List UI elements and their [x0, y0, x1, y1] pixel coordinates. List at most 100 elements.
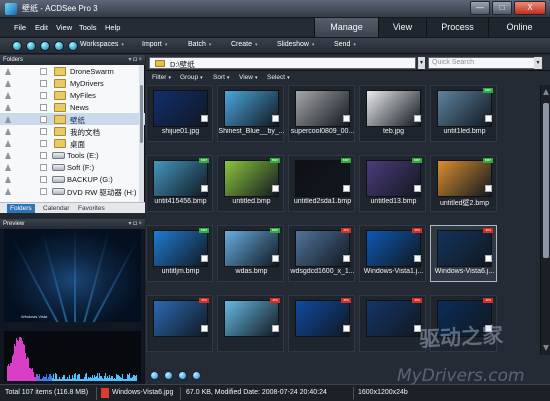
- quick-search-input[interactable]: Quick Search: [428, 57, 540, 69]
- thumbnail-card[interactable]: BMP untitled.bmp: [217, 155, 284, 212]
- search-dropdown-icon[interactable]: ▾: [534, 57, 542, 69]
- tab-folders[interactable]: Folders: [7, 204, 35, 213]
- filter-menu[interactable]: Filter: [152, 74, 171, 81]
- tree-checkbox[interactable]: [40, 152, 47, 159]
- thumbnail-card[interactable]: BMP untitled壁2.bmp: [430, 155, 497, 212]
- minimize-button[interactable]: —: [470, 1, 490, 15]
- thumbnail-card[interactable]: BMP untit415456.bmp: [146, 155, 213, 212]
- workspaces-button[interactable]: Workspaces: [80, 41, 124, 48]
- mode-process[interactable]: Process: [426, 18, 488, 37]
- thumbnail-card[interactable]: BMP untitled13.bmp: [359, 155, 426, 212]
- thumbnail-checkbox[interactable]: [201, 255, 208, 262]
- thumbnail-image[interactable]: [437, 230, 492, 267]
- folder-tree-item[interactable]: BACKUP (G:): [0, 173, 145, 185]
- folder-tree-item[interactable]: MyFiles: [0, 89, 145, 101]
- tree-checkbox[interactable]: [40, 140, 47, 147]
- menu-view[interactable]: View: [56, 23, 72, 32]
- tab-favorites[interactable]: Favorites: [75, 204, 108, 213]
- thumbnail-checkbox[interactable]: [272, 185, 279, 192]
- folders-pane-tools[interactable]: ▾ ◘ ×: [129, 55, 142, 65]
- expand-icon[interactable]: [5, 164, 11, 171]
- thumbnail-checkbox[interactable]: [343, 185, 350, 192]
- preview-pane-tools[interactable]: ▾ ◘ ×: [129, 219, 142, 229]
- thumbnail-card[interactable]: supercool0809_00...: [288, 85, 355, 142]
- thumbnail-card[interactable]: BMP wdas.bmp: [217, 225, 284, 282]
- expand-icon[interactable]: [5, 80, 11, 87]
- thumbnail-checkbox[interactable]: [201, 115, 208, 122]
- path-dropdown-icon[interactable]: ▾: [418, 57, 425, 69]
- folder-tree-item[interactable]: DroneSwarm: [0, 65, 145, 77]
- thumbnail-checkbox[interactable]: [343, 325, 350, 332]
- thumbnail-card[interactable]: BMP untit1led.bmp: [430, 85, 497, 142]
- expand-icon[interactable]: [5, 188, 11, 195]
- thumbnail-card[interactable]: Shinest_Blue__by_...: [217, 85, 284, 142]
- scroll-thumb[interactable]: [140, 85, 143, 143]
- tree-checkbox[interactable]: [40, 104, 47, 111]
- thumbnail-checkbox[interactable]: [272, 255, 279, 262]
- folder-tree-item[interactable]: 我的文档: [0, 125, 145, 137]
- thumbnail-card[interactable]: JPG: [146, 295, 213, 352]
- thumbnail-image[interactable]: [437, 160, 492, 197]
- folders-scrollbar[interactable]: [139, 65, 144, 202]
- thumbnail-image[interactable]: [295, 300, 350, 337]
- thumbnail-checkbox[interactable]: [201, 185, 208, 192]
- thumbnail-checkbox[interactable]: [485, 255, 492, 262]
- thumbnail-image[interactable]: [295, 90, 350, 127]
- tree-checkbox[interactable]: [40, 68, 47, 75]
- thumbnail-checkbox[interactable]: [414, 185, 421, 192]
- thumbnail-image[interactable]: [153, 300, 208, 337]
- expand-icon[interactable]: [5, 104, 11, 111]
- thumbnail-card[interactable]: JPG Windows-Vista1.j...: [359, 225, 426, 282]
- expand-icon[interactable]: [5, 92, 11, 99]
- mode-manage[interactable]: Manage: [314, 18, 378, 37]
- scroll-up-icon[interactable]: [543, 89, 549, 95]
- thumbnail-image[interactable]: [366, 300, 421, 337]
- path-field[interactable]: D:\壁纸: [149, 57, 416, 69]
- thumbnail-image[interactable]: [224, 160, 279, 197]
- send-button[interactable]: Send: [334, 41, 356, 48]
- tree-checkbox[interactable]: [40, 128, 47, 135]
- menu-tools[interactable]: Tools: [79, 23, 97, 32]
- thumbnail-checkbox[interactable]: [272, 115, 279, 122]
- folder-tree-item[interactable]: Tools (E:): [0, 149, 145, 161]
- thumbnail-image[interactable]: [224, 300, 279, 337]
- thumbnail-checkbox[interactable]: [485, 115, 492, 122]
- thumbnail-image[interactable]: [153, 160, 208, 197]
- menu-help[interactable]: Help: [105, 23, 120, 32]
- thumbnail-scrollbar[interactable]: [540, 85, 550, 355]
- scroll-thumb[interactable]: [543, 103, 549, 258]
- thumbnail-card[interactable]: JPG: [217, 295, 284, 352]
- tree-checkbox[interactable]: [40, 188, 47, 195]
- close-button[interactable]: X: [514, 1, 546, 15]
- thumbnail-card[interactable]: JPG wdsgdcd1600_x_1...: [288, 225, 355, 282]
- tab-calendar[interactable]: Calendar: [40, 204, 72, 213]
- mode-view[interactable]: View: [378, 18, 426, 37]
- home-icon[interactable]: [68, 41, 78, 51]
- share-icon[interactable]: [178, 371, 187, 380]
- thumbnail-image[interactable]: [366, 90, 421, 127]
- thumbnail-checkbox[interactable]: [485, 185, 492, 192]
- sync-icon[interactable]: [164, 371, 173, 380]
- thumbnail-image[interactable]: [224, 90, 279, 127]
- thumbnail-card[interactable]: shijue01.jpg: [146, 85, 213, 142]
- menu-file[interactable]: File: [14, 23, 26, 32]
- thumbnail-image[interactable]: [153, 90, 208, 127]
- expand-icon[interactable]: [5, 116, 11, 123]
- tree-checkbox[interactable]: [40, 92, 47, 99]
- thumbnail-checkbox[interactable]: [272, 325, 279, 332]
- up-icon[interactable]: [40, 41, 50, 51]
- thumbnail-card[interactable]: JPG: [359, 295, 426, 352]
- thumbnail-image[interactable]: [295, 160, 350, 197]
- refresh-icon[interactable]: [54, 41, 64, 51]
- thumbnail-card[interactable]: JPG: [288, 295, 355, 352]
- image-icon[interactable]: [150, 371, 159, 380]
- expand-icon[interactable]: [5, 68, 11, 75]
- mode-online[interactable]: Online: [488, 18, 550, 37]
- thumbnail-card[interactable]: BMP untitljm.bmp: [146, 225, 213, 282]
- expand-icon[interactable]: [5, 176, 11, 183]
- thumbnail-image[interactable]: [366, 160, 421, 197]
- tree-checkbox[interactable]: [40, 80, 47, 87]
- thumbnail-checkbox[interactable]: [201, 325, 208, 332]
- create-button[interactable]: Create: [231, 41, 258, 48]
- thumbnail-image[interactable]: [224, 230, 279, 267]
